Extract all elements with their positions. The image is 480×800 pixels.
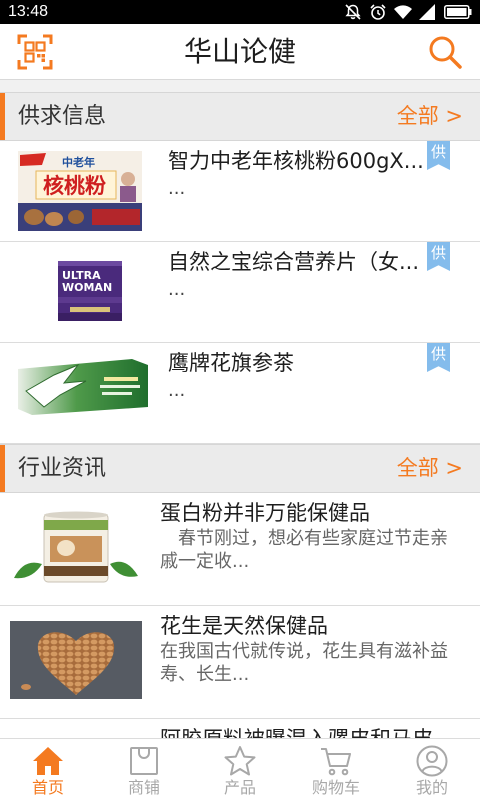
content-scroll-area[interactable]: 供求信息 全部 > 中老年 核桃粉 智力中老年核桃粉600gX... ... 供…	[0, 80, 480, 738]
product-image-text: 核桃粉	[43, 174, 106, 198]
nav-item-shop[interactable]: 商铺	[96, 739, 192, 800]
news-summary: 在我国古代就传说，花生具有滋补益寿、长生...	[160, 641, 448, 685]
page-title: 华山论健	[183, 35, 296, 68]
nav-item-home[interactable]: 首页	[0, 739, 96, 800]
item-title: 鹰牌花旗参茶	[168, 351, 294, 375]
news-image	[10, 621, 142, 699]
shop-icon	[128, 745, 160, 777]
news-title: 阿胶原料被曝混入骡皮和马皮	[160, 725, 470, 738]
search-icon	[429, 36, 462, 69]
news-image	[10, 508, 142, 586]
signal-icon	[419, 4, 435, 20]
nav-label: 首页	[31, 778, 64, 797]
supply-badge: 供	[427, 343, 450, 372]
section-accent-bar	[0, 445, 5, 492]
nav-item-cart[interactable]: 购物车	[288, 739, 384, 800]
app-header: 华山论健	[0, 24, 480, 80]
bottom-navigation: 首页 商铺 产品 购物车 我的	[0, 738, 480, 800]
supply-list-item[interactable]: 中老年 核桃粉 智力中老年核桃粉600gX... ... 供	[0, 141, 480, 242]
home-icon	[32, 745, 64, 777]
supply-badge: 供	[427, 141, 450, 170]
news-section-header: 行业资讯 全部 >	[0, 444, 480, 493]
news-summary: 春节刚过，想必有些家庭过节走亲戚一定收...	[160, 528, 448, 572]
section-title: 供求信息	[18, 104, 107, 129]
supply-list-item[interactable]: 鹰牌花旗参茶 ... 供	[0, 343, 480, 444]
item-description: ...	[168, 380, 186, 401]
app-screen: 13:48 华山论健 供求信息 全部 > 中老年 核桃粉 智力中老年核桃粉600…	[0, 0, 480, 800]
supply-section-header: 供求信息 全部 >	[0, 92, 480, 141]
product-image: 中老年 核桃粉	[14, 149, 150, 233]
supply-badge: 供	[427, 242, 450, 271]
nav-item-profile[interactable]: 我的	[384, 739, 480, 800]
nav-label: 商铺	[127, 778, 160, 797]
item-description: ...	[168, 279, 186, 300]
section-accent-bar	[0, 93, 5, 140]
product-image-text: WOMAN	[62, 281, 112, 294]
status-bar: 13:48	[0, 0, 480, 24]
news-view-all-link[interactable]: 全部 >	[397, 445, 463, 492]
notifications-off-icon	[345, 4, 361, 20]
item-title: 自然之宝综合营养片（女...	[168, 250, 420, 274]
nav-label: 产品	[223, 778, 256, 797]
top-spacer	[0, 80, 480, 92]
news-title: 花生是天然保健品	[160, 614, 328, 638]
news-list-item[interactable]: 阿胶原料被曝混入骡皮和马皮	[0, 719, 480, 738]
news-title: 蛋白粉并非万能保健品	[160, 501, 370, 525]
product-image-text: 中老年	[62, 155, 95, 169]
supply-list-item[interactable]: ULTRA WOMAN 自然之宝综合营养片（女... ... 供	[0, 242, 480, 343]
product-image: ULTRA WOMAN	[14, 250, 150, 334]
qr-code-icon	[17, 34, 53, 70]
nav-item-products[interactable]: 产品	[192, 739, 288, 800]
nav-label: 购物车	[311, 778, 360, 797]
status-time: 13:48	[8, 3, 49, 20]
cart-icon	[320, 745, 352, 777]
product-image	[14, 351, 150, 435]
supply-view-all-link[interactable]: 全部 >	[397, 93, 463, 140]
news-list-item[interactable]: 蛋白粉并非万能保健品 春节刚过，想必有些家庭过节走亲戚一定收...	[0, 493, 480, 606]
item-description: ...	[168, 178, 186, 199]
battery-icon	[444, 5, 472, 19]
qr-code-scan-button[interactable]	[17, 34, 53, 70]
alarm-icon	[370, 4, 386, 20]
nav-label: 我的	[415, 778, 448, 797]
item-title: 智力中老年核桃粉600gX...	[168, 149, 424, 173]
user-icon	[416, 745, 448, 777]
wifi-icon	[394, 5, 412, 19]
news-list-item[interactable]: 花生是天然保健品 在我国古代就传说，花生具有滋补益寿、长生...	[0, 606, 480, 719]
star-icon	[224, 745, 256, 777]
section-title: 行业资讯	[18, 456, 107, 481]
search-button[interactable]	[427, 34, 463, 70]
